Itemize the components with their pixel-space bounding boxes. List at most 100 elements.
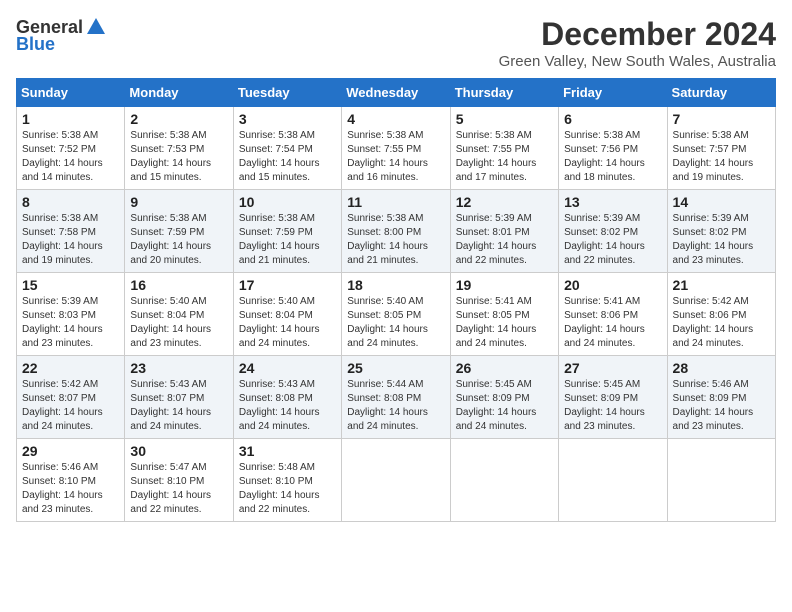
- table-row: [559, 439, 667, 522]
- table-row: 25 Sunrise: 5:44 AMSunset: 8:08 PMDaylig…: [342, 356, 450, 439]
- day-number: 9: [130, 194, 227, 210]
- day-number: 8: [22, 194, 119, 210]
- day-info: Sunrise: 5:44 AMSunset: 8:08 PMDaylight:…: [347, 379, 428, 432]
- day-info: Sunrise: 5:46 AMSunset: 8:09 PMDaylight:…: [673, 379, 754, 432]
- day-number: 24: [239, 360, 336, 376]
- day-number: 16: [130, 277, 227, 293]
- day-number: 25: [347, 360, 444, 376]
- day-number: 19: [456, 277, 553, 293]
- page-header: General Blue December 2024 Green Valley,…: [16, 16, 776, 70]
- table-row: 31 Sunrise: 5:48 AMSunset: 8:10 PMDaylig…: [233, 439, 341, 522]
- day-info: Sunrise: 5:45 AMSunset: 8:09 PMDaylight:…: [456, 379, 537, 432]
- day-number: 3: [239, 111, 336, 127]
- table-row: 10 Sunrise: 5:38 AMSunset: 7:59 PMDaylig…: [233, 190, 341, 273]
- day-number: 1: [22, 111, 119, 127]
- day-info: Sunrise: 5:38 AMSunset: 7:54 PMDaylight:…: [239, 130, 320, 183]
- table-row: 4 Sunrise: 5:38 AMSunset: 7:55 PMDayligh…: [342, 107, 450, 190]
- logo-blue: Blue: [16, 34, 55, 55]
- day-info: Sunrise: 5:40 AMSunset: 8:04 PMDaylight:…: [130, 296, 211, 349]
- day-number: 17: [239, 277, 336, 293]
- day-info: Sunrise: 5:43 AMSunset: 8:08 PMDaylight:…: [239, 379, 320, 432]
- table-row: 16 Sunrise: 5:40 AMSunset: 8:04 PMDaylig…: [125, 273, 233, 356]
- day-number: 21: [673, 277, 770, 293]
- day-number: 31: [239, 443, 336, 459]
- table-row: 28 Sunrise: 5:46 AMSunset: 8:09 PMDaylig…: [667, 356, 775, 439]
- table-row: 21 Sunrise: 5:42 AMSunset: 8:06 PMDaylig…: [667, 273, 775, 356]
- table-row: 23 Sunrise: 5:43 AMSunset: 8:07 PMDaylig…: [125, 356, 233, 439]
- table-row: 3 Sunrise: 5:38 AMSunset: 7:54 PMDayligh…: [233, 107, 341, 190]
- day-info: Sunrise: 5:38 AMSunset: 7:57 PMDaylight:…: [673, 130, 754, 183]
- col-friday: Friday: [559, 79, 667, 107]
- table-row: 2 Sunrise: 5:38 AMSunset: 7:53 PMDayligh…: [125, 107, 233, 190]
- day-number: 18: [347, 277, 444, 293]
- table-row: 9 Sunrise: 5:38 AMSunset: 7:59 PMDayligh…: [125, 190, 233, 273]
- table-row: 8 Sunrise: 5:38 AMSunset: 7:58 PMDayligh…: [17, 190, 125, 273]
- table-row: [667, 439, 775, 522]
- day-info: Sunrise: 5:39 AMSunset: 8:01 PMDaylight:…: [456, 213, 537, 266]
- day-info: Sunrise: 5:38 AMSunset: 7:53 PMDaylight:…: [130, 130, 211, 183]
- table-row: 22 Sunrise: 5:42 AMSunset: 8:07 PMDaylig…: [17, 356, 125, 439]
- day-number: 14: [673, 194, 770, 210]
- logo-icon: [85, 16, 107, 38]
- day-info: Sunrise: 5:38 AMSunset: 7:59 PMDaylight:…: [239, 213, 320, 266]
- day-number: 12: [456, 194, 553, 210]
- month-title: December 2024: [499, 16, 776, 53]
- col-monday: Monday: [125, 79, 233, 107]
- table-row: 6 Sunrise: 5:38 AMSunset: 7:56 PMDayligh…: [559, 107, 667, 190]
- table-row: 26 Sunrise: 5:45 AMSunset: 8:09 PMDaylig…: [450, 356, 558, 439]
- day-number: 11: [347, 194, 444, 210]
- table-row: 19 Sunrise: 5:41 AMSunset: 8:05 PMDaylig…: [450, 273, 558, 356]
- table-row: 30 Sunrise: 5:47 AMSunset: 8:10 PMDaylig…: [125, 439, 233, 522]
- table-row: 13 Sunrise: 5:39 AMSunset: 8:02 PMDaylig…: [559, 190, 667, 273]
- day-number: 23: [130, 360, 227, 376]
- day-info: Sunrise: 5:39 AMSunset: 8:03 PMDaylight:…: [22, 296, 103, 349]
- day-number: 2: [130, 111, 227, 127]
- table-row: 12 Sunrise: 5:39 AMSunset: 8:01 PMDaylig…: [450, 190, 558, 273]
- table-row: 14 Sunrise: 5:39 AMSunset: 8:02 PMDaylig…: [667, 190, 775, 273]
- col-tuesday: Tuesday: [233, 79, 341, 107]
- day-info: Sunrise: 5:41 AMSunset: 8:06 PMDaylight:…: [564, 296, 645, 349]
- day-info: Sunrise: 5:42 AMSunset: 8:06 PMDaylight:…: [673, 296, 754, 349]
- day-number: 29: [22, 443, 119, 459]
- day-info: Sunrise: 5:38 AMSunset: 7:55 PMDaylight:…: [347, 130, 428, 183]
- table-row: 24 Sunrise: 5:43 AMSunset: 8:08 PMDaylig…: [233, 356, 341, 439]
- table-row: 7 Sunrise: 5:38 AMSunset: 7:57 PMDayligh…: [667, 107, 775, 190]
- day-info: Sunrise: 5:43 AMSunset: 8:07 PMDaylight:…: [130, 379, 211, 432]
- col-thursday: Thursday: [450, 79, 558, 107]
- table-row: 27 Sunrise: 5:45 AMSunset: 8:09 PMDaylig…: [559, 356, 667, 439]
- day-number: 30: [130, 443, 227, 459]
- day-number: 27: [564, 360, 661, 376]
- day-info: Sunrise: 5:46 AMSunset: 8:10 PMDaylight:…: [22, 462, 103, 515]
- day-info: Sunrise: 5:40 AMSunset: 8:05 PMDaylight:…: [347, 296, 428, 349]
- day-info: Sunrise: 5:38 AMSunset: 7:59 PMDaylight:…: [130, 213, 211, 266]
- table-row: 20 Sunrise: 5:41 AMSunset: 8:06 PMDaylig…: [559, 273, 667, 356]
- col-wednesday: Wednesday: [342, 79, 450, 107]
- day-number: 13: [564, 194, 661, 210]
- day-number: 6: [564, 111, 661, 127]
- day-info: Sunrise: 5:38 AMSunset: 7:55 PMDaylight:…: [456, 130, 537, 183]
- calendar-table: Sunday Monday Tuesday Wednesday Thursday…: [16, 78, 776, 522]
- col-sunday: Sunday: [17, 79, 125, 107]
- day-number: 15: [22, 277, 119, 293]
- day-number: 22: [22, 360, 119, 376]
- table-row: 18 Sunrise: 5:40 AMSunset: 8:05 PMDaylig…: [342, 273, 450, 356]
- day-number: 5: [456, 111, 553, 127]
- logo: General Blue: [16, 16, 107, 55]
- table-row: [342, 439, 450, 522]
- table-row: 11 Sunrise: 5:38 AMSunset: 8:00 PMDaylig…: [342, 190, 450, 273]
- day-info: Sunrise: 5:38 AMSunset: 7:58 PMDaylight:…: [22, 213, 103, 266]
- day-number: 28: [673, 360, 770, 376]
- day-number: 4: [347, 111, 444, 127]
- day-info: Sunrise: 5:45 AMSunset: 8:09 PMDaylight:…: [564, 379, 645, 432]
- day-number: 20: [564, 277, 661, 293]
- day-info: Sunrise: 5:38 AMSunset: 7:56 PMDaylight:…: [564, 130, 645, 183]
- day-number: 26: [456, 360, 553, 376]
- day-info: Sunrise: 5:40 AMSunset: 8:04 PMDaylight:…: [239, 296, 320, 349]
- day-info: Sunrise: 5:41 AMSunset: 8:05 PMDaylight:…: [456, 296, 537, 349]
- table-row: 15 Sunrise: 5:39 AMSunset: 8:03 PMDaylig…: [17, 273, 125, 356]
- title-area: December 2024 Green Valley, New South Wa…: [499, 16, 776, 70]
- col-saturday: Saturday: [667, 79, 775, 107]
- day-info: Sunrise: 5:39 AMSunset: 8:02 PMDaylight:…: [673, 213, 754, 266]
- day-info: Sunrise: 5:42 AMSunset: 8:07 PMDaylight:…: [22, 379, 103, 432]
- table-row: 1 Sunrise: 5:38 AMSunset: 7:52 PMDayligh…: [17, 107, 125, 190]
